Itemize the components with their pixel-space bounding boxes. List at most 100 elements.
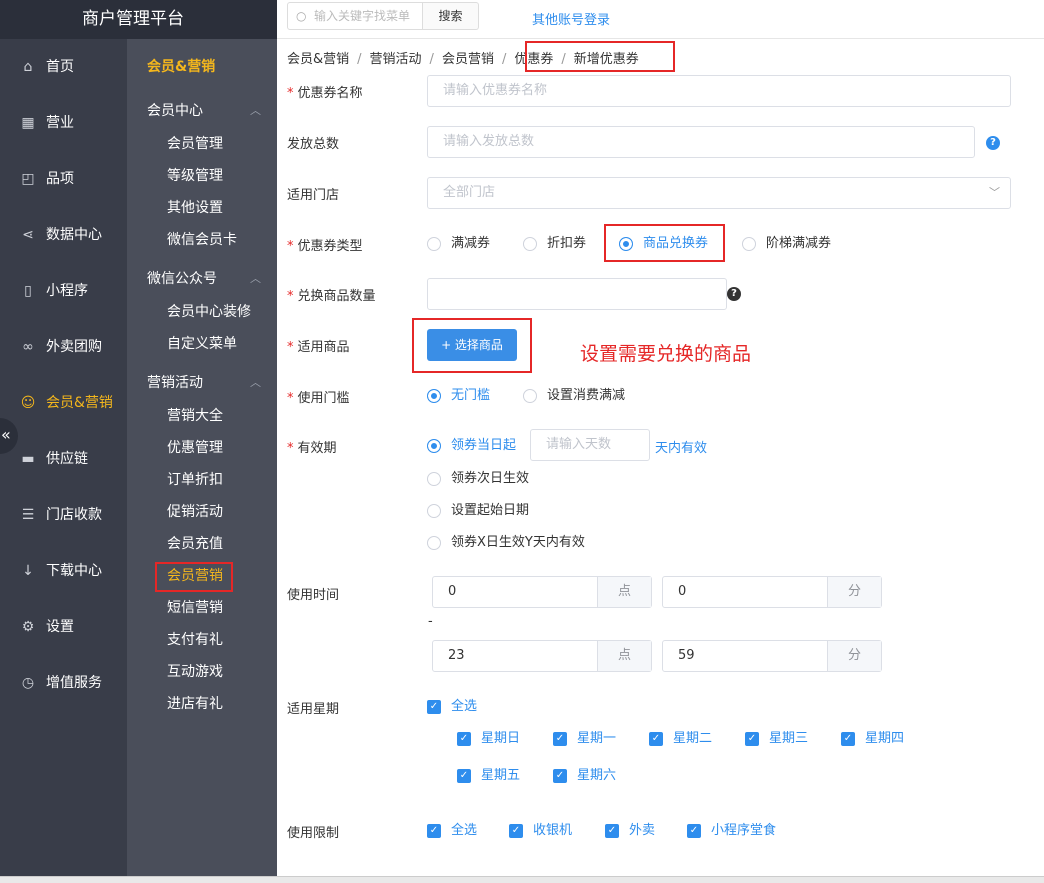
limit-miniapp-dinein-checkbox[interactable]: 小程序堂食: [687, 823, 776, 839]
subnav-item[interactable]: 会员充值: [127, 528, 277, 560]
limit-all-checkbox[interactable]: 全选: [427, 823, 477, 839]
chevron-down-icon: ﹀: [989, 186, 1000, 199]
user-icon: ☺: [20, 395, 36, 411]
nav-item-member[interactable]: ☺ 会员&营销: [0, 375, 127, 431]
subnav-item-member-marketing[interactable]: 会员营销: [127, 560, 277, 592]
coupon-name-input[interactable]: 请输入优惠券名称: [427, 75, 1011, 107]
breadcrumb-item[interactable]: 营销活动: [370, 52, 422, 67]
weekday-checkbox-wed[interactable]: 星期三: [745, 731, 808, 747]
top-bar: ○ 输入关键字找菜单 搜索 其他账号登录: [277, 0, 1044, 39]
weekday-checkbox-thu[interactable]: 星期四: [841, 731, 904, 747]
weekday-checkbox-sat[interactable]: 星期六: [553, 768, 616, 784]
calendar-icon: ▦: [21, 115, 35, 131]
home-icon: ⌂: [23, 59, 33, 75]
nav-item-miniapp[interactable]: ▯ 小程序: [0, 263, 127, 319]
weekday-checkbox-tue[interactable]: 星期二: [649, 731, 712, 747]
type-radio-discount-amount[interactable]: 满减券: [427, 236, 490, 252]
weekday-checkbox-sun[interactable]: 星期日: [457, 731, 520, 747]
limit-pos-checkbox[interactable]: 收银机: [509, 823, 572, 839]
breadcrumb-item[interactable]: 会员营销: [442, 52, 494, 67]
select-goods-button[interactable]: + 选择商品: [427, 329, 517, 361]
start-hour-input[interactable]: 0点: [432, 576, 652, 608]
exchange-qty-input[interactable]: [427, 278, 727, 310]
nav-item-data[interactable]: ⋖ 数据中心: [0, 207, 127, 263]
chevron-up-icon: ︿: [250, 272, 261, 285]
sub-sidebar: 会员&营销 会员中心 ︿ 会员管理 等级管理 其他设置 微信会员卡 微信公众号 ︿ …: [127, 39, 277, 883]
question-icon[interactable]: ?: [727, 287, 741, 301]
chevron-up-icon: ︿: [250, 104, 261, 117]
nav-item-settings[interactable]: ⚙ 设置: [0, 599, 127, 655]
nav-item-addon[interactable]: ◷ 增值服务: [0, 655, 127, 711]
mobile-icon: ▯: [24, 283, 32, 299]
sub-sidebar-title: 会员&营销: [147, 59, 216, 75]
limit-takeout-checkbox[interactable]: 外卖: [605, 823, 655, 839]
nav-item-download[interactable]: ↓ 下载中心: [0, 543, 127, 599]
validity-radio-same-day[interactable]: 领券当日起: [427, 438, 516, 454]
nav-item-business[interactable]: ▦ 营业: [0, 95, 127, 151]
store-select[interactable]: 全部门店 ﹀: [427, 177, 1011, 209]
search-input[interactable]: ○ 输入关键字找菜单: [287, 2, 423, 30]
store-label: 适用门店: [287, 188, 340, 203]
type-radio-tiered[interactable]: 阶梯满减券: [742, 236, 831, 252]
horizontal-scrollbar[interactable]: [0, 876, 1044, 883]
app-brand: 商户管理平台: [0, 0, 277, 39]
subnav-item[interactable]: 会员中心装修: [127, 296, 277, 328]
subnav-item[interactable]: 其他设置: [127, 192, 277, 224]
breadcrumb-item[interactable]: 会员&营销: [287, 52, 349, 67]
truck-icon: ▬: [21, 451, 35, 467]
database-icon: ☰: [21, 507, 35, 523]
subnav-item[interactable]: 促销活动: [127, 496, 277, 528]
threshold-radio-none[interactable]: 无门槛: [427, 388, 490, 404]
app-title: 商户管理平台: [82, 9, 184, 29]
weekday-all-checkbox[interactable]: 全选: [427, 699, 477, 715]
subnav-item[interactable]: 订单折扣: [127, 464, 277, 496]
end-hour-input[interactable]: 23 点: [432, 640, 652, 672]
subnav-item[interactable]: 会员管理: [127, 128, 277, 160]
validity-radio-xy-days[interactable]: 领券X日生效Y天内有效: [427, 535, 585, 551]
nav-item-takeout[interactable]: ∞ 外卖团购: [0, 319, 127, 375]
threshold-label: * 使用门槛: [287, 391, 350, 406]
chevron-up-icon: ︿: [250, 376, 261, 389]
days-input[interactable]: 请输入天数: [530, 429, 650, 461]
subnav-group-header[interactable]: 会员中心 ︿: [127, 94, 277, 128]
type-radio-discount-rate[interactable]: 折扣券: [523, 236, 586, 252]
total-label: 发放总数: [287, 137, 340, 152]
validity-radio-next-day[interactable]: 领券次日生效: [427, 471, 529, 487]
subnav-item[interactable]: 短信营销: [127, 592, 277, 624]
subnav-group-wechat: 微信公众号 ︿ 会员中心装修 自定义菜单: [127, 262, 277, 360]
total-input[interactable]: 请输入发放总数: [427, 126, 975, 158]
weekday-checkbox-fri[interactable]: 星期五: [457, 768, 520, 784]
subnav-item[interactable]: 自定义菜单: [127, 328, 277, 360]
days-suffix: 天内有效: [655, 441, 708, 456]
nav-item-home[interactable]: ⌂ 首页: [0, 39, 127, 95]
question-icon[interactable]: ?: [986, 136, 1000, 150]
nav-item-payment[interactable]: ☰ 门店收款: [0, 487, 127, 543]
other-account-login-link[interactable]: 其他账号登录: [532, 9, 610, 28]
start-minute-input[interactable]: 0分: [662, 576, 882, 608]
bag-icon: ◰: [21, 171, 35, 187]
subnav-item[interactable]: 支付有礼: [127, 624, 277, 656]
subnav-item[interactable]: 优惠管理: [127, 432, 277, 464]
subnav-item[interactable]: 微信会员卡: [127, 224, 277, 256]
subnav-item[interactable]: 进店有礼: [127, 688, 277, 720]
weekday-checkbox-mon[interactable]: 星期一: [553, 731, 616, 747]
subnav-item[interactable]: 等级管理: [127, 160, 277, 192]
subnav-item[interactable]: 营销大全: [127, 400, 277, 432]
subnav-group-header[interactable]: 营销活动 ︿: [127, 366, 277, 400]
subnav-group-header[interactable]: 微信公众号 ︿: [127, 262, 277, 296]
time-separator: -: [428, 614, 433, 629]
threshold-radio-min-spend[interactable]: 设置消费满减: [523, 388, 625, 404]
main-nav: ⌂ 首页 ▦ 营业 ◰ 品项 ⋖ 数据中心 ▯ 小程序 ∞ 外卖团购 ☺ 会员&营销 ▬ 供应链…: [0, 39, 127, 711]
nav-item-products[interactable]: ◰ 品项: [0, 151, 127, 207]
gear-icon: ⚙: [21, 619, 35, 635]
nav-item-supply[interactable]: ▬ 供应链: [0, 431, 127, 487]
bike-icon: ∞: [22, 339, 34, 355]
highlight-box: [155, 562, 233, 592]
search-icon: ○: [296, 9, 307, 23]
search-button[interactable]: 搜索: [423, 2, 479, 30]
coupon-name-label: * 优惠券名称: [287, 86, 363, 101]
share-icon: ⋖: [22, 227, 34, 243]
subnav-item[interactable]: 互动游戏: [127, 656, 277, 688]
end-minute-input[interactable]: 59 分: [662, 640, 882, 672]
validity-radio-date-range[interactable]: 设置起始日期: [427, 503, 529, 519]
